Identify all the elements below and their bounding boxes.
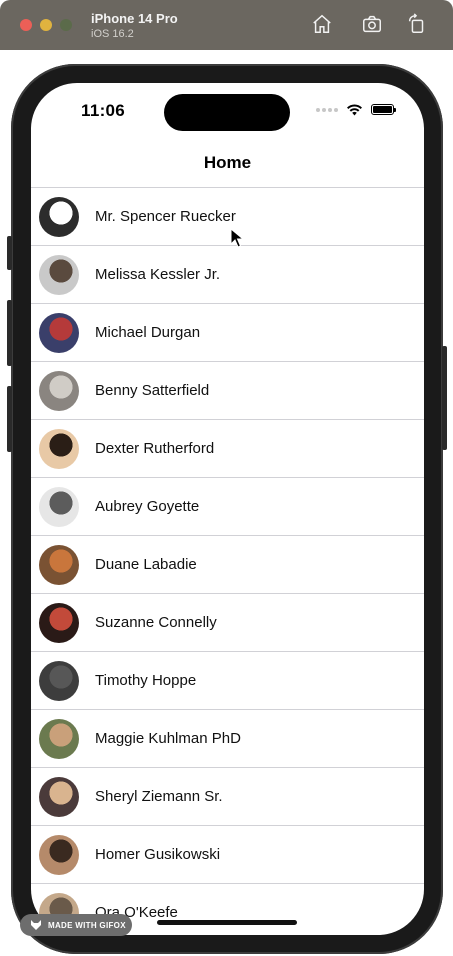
fox-icon bbox=[31, 920, 41, 930]
contact-name: Maggie Kuhlman PhD bbox=[95, 730, 241, 747]
contact-name: Timothy Hoppe bbox=[95, 672, 197, 689]
avatar bbox=[39, 370, 79, 411]
list-item[interactable]: Sheryl Ziemann Sr. bbox=[31, 768, 424, 826]
contact-list: Mr. Spencer Ruecker Melissa Kessler Jr. Mi… bbox=[31, 187, 424, 935]
close-window-button[interactable] bbox=[20, 19, 32, 31]
avatar bbox=[39, 602, 79, 643]
volume-down-button bbox=[7, 386, 12, 452]
nav-title: Home bbox=[203, 153, 252, 172]
dynamic-island bbox=[164, 94, 290, 131]
battery-icon bbox=[371, 104, 396, 115]
home-button[interactable] bbox=[310, 12, 334, 36]
contact-name: Michael Durgan bbox=[95, 324, 201, 341]
volume-up-button bbox=[7, 300, 12, 366]
phone-screen: 11:06 Home Mr. Spencer Ruecker Melissa Ke… bbox=[31, 83, 424, 935]
screenshot-button[interactable] bbox=[360, 12, 384, 36]
home-indicator[interactable] bbox=[157, 920, 297, 925]
list-item[interactable]: Benny Satterfield bbox=[31, 362, 424, 420]
avatar bbox=[39, 486, 79, 527]
contact-name: Duane Labadie bbox=[95, 556, 197, 573]
list-item[interactable]: Melissa Kessler Jr. bbox=[31, 246, 424, 304]
avatar bbox=[39, 834, 79, 875]
avatar bbox=[39, 428, 79, 469]
device-name: iPhone 14 Pro bbox=[91, 11, 178, 26]
mouse-cursor-icon bbox=[230, 228, 244, 248]
contact-name: Sheryl Ziemann Sr. bbox=[95, 788, 223, 805]
contact-name: Melissa Kessler Jr. bbox=[95, 266, 221, 283]
minimize-window-button[interactable] bbox=[40, 19, 52, 31]
avatar bbox=[39, 196, 79, 237]
simulator-title-bar: iPhone 14 Pro iOS 16.2 bbox=[0, 0, 453, 50]
mute-switch bbox=[7, 236, 12, 270]
avatar bbox=[39, 718, 79, 759]
list-item[interactable]: Michael Durgan bbox=[31, 304, 424, 362]
rotate-button[interactable] bbox=[405, 12, 429, 36]
contact-name: Dexter Rutherford bbox=[95, 440, 215, 457]
list-item[interactable]: Mr. Spencer Ruecker bbox=[31, 188, 424, 246]
power-button bbox=[442, 346, 447, 450]
avatar bbox=[39, 660, 79, 701]
avatar bbox=[39, 544, 79, 585]
list-item[interactable]: Duane Labadie bbox=[31, 536, 424, 594]
rotate-icon bbox=[408, 13, 424, 33]
avatar bbox=[39, 312, 79, 353]
contact-name: Mr. Spencer Ruecker bbox=[95, 208, 236, 225]
contact-name: Benny Satterfield bbox=[95, 382, 210, 399]
contact-name: Homer Gusikowski bbox=[95, 846, 221, 863]
status-indicators bbox=[316, 103, 396, 116]
contact-name: Aubrey Goyette bbox=[95, 498, 200, 515]
screenshot-icon bbox=[363, 15, 381, 33]
wifi-icon bbox=[347, 104, 362, 116]
watermark-text: MADE WITH GIFOX bbox=[48, 920, 126, 930]
list-item[interactable]: Timothy Hoppe bbox=[31, 652, 424, 710]
zoom-window-button[interactable] bbox=[60, 19, 72, 31]
os-version: iOS 16.2 bbox=[91, 28, 134, 40]
home-icon bbox=[313, 14, 331, 33]
cellular-signal-icon bbox=[316, 107, 338, 112]
gifox-watermark: MADE WITH GIFOX bbox=[20, 914, 132, 936]
status-time: 11:06 bbox=[81, 101, 126, 120]
list-item[interactable]: Suzanne Connelly bbox=[31, 594, 424, 652]
list-item[interactable]: Maggie Kuhlman PhD bbox=[31, 710, 424, 768]
list-item[interactable]: Aubrey Goyette bbox=[31, 478, 424, 536]
avatar bbox=[39, 776, 79, 817]
list-item[interactable]: Dexter Rutherford bbox=[31, 420, 424, 478]
contact-name: Suzanne Connelly bbox=[95, 614, 217, 631]
list-item[interactable]: Homer Gusikowski bbox=[31, 826, 424, 884]
avatar bbox=[39, 254, 79, 295]
